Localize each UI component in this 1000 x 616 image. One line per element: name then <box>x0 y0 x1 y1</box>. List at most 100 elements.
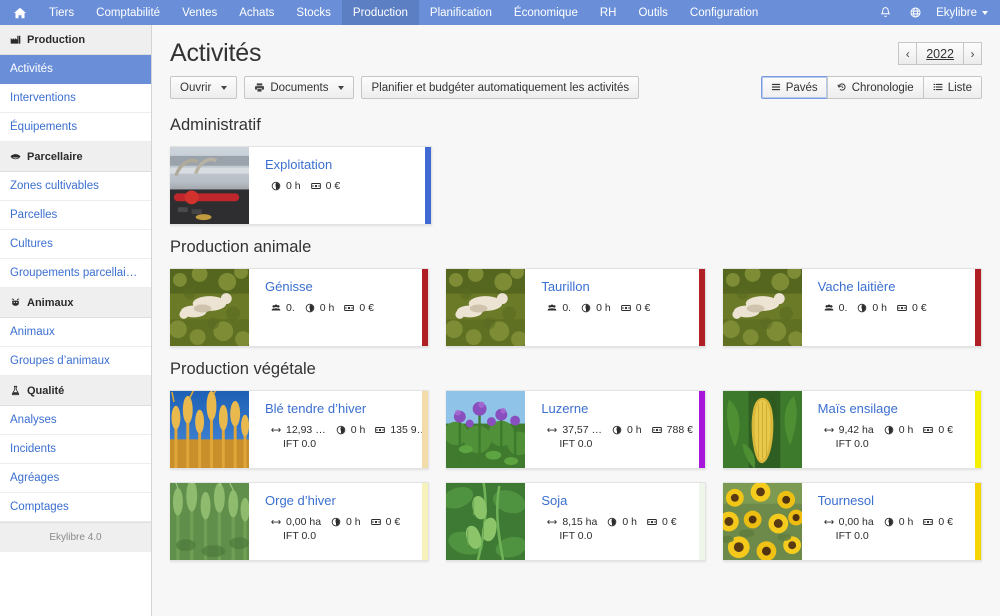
view-mode-pav-s[interactable]: Pavés <box>760 76 828 99</box>
sidebar-item-incidents[interactable]: Incidents <box>0 435 151 464</box>
sidebar-item-animaux[interactable]: Animaux <box>0 318 151 347</box>
sidebar-item-agr-ages[interactable]: Agréages <box>0 464 151 493</box>
activity-card-metrics: 37,57 … 0 h 788 € <box>541 424 693 436</box>
activity-card[interactable]: Luzerne 37,57 … 0 h 788 € IFT 0.0 <box>446 390 706 469</box>
nav-item-production[interactable]: Production <box>341 0 419 25</box>
sidebar-item-label: Zones cultivables <box>10 180 99 192</box>
sidebar-item--quipements[interactable]: Équipements <box>0 113 151 142</box>
activity-card[interactable]: Génisse 0. 0 h 0 € <box>170 268 430 347</box>
activity-card-title[interactable]: Maïs ensilage <box>818 401 967 416</box>
sidebar-item-groupements-parcellaires[interactable]: Groupements parcellaires <box>0 259 151 288</box>
metric-money: 0 € <box>647 516 677 528</box>
activity-card[interactable]: Blé tendre d’hiver 12,93 … 0 h 135 9… IFT 0.… <box>170 390 430 469</box>
nav-item-achats[interactable]: Achats <box>228 0 285 25</box>
activity-card-title[interactable]: Exploitation <box>265 157 417 172</box>
activity-card[interactable]: Soja 8,15 ha 0 h 0 € IFT 0.0 <box>446 482 706 561</box>
alfalfa-photo <box>446 391 526 468</box>
nav-item-ventes[interactable]: Ventes <box>171 0 228 25</box>
activity-card[interactable]: Maïs ensilage 9,42 ha 0 h 0 € IFT 0.0 <box>722 390 982 469</box>
clock-icon <box>884 517 894 527</box>
activity-card[interactable]: Taurillon 0. 0 h 0 € <box>446 268 706 347</box>
sidebar-item-interventions[interactable]: Interventions <box>0 84 151 113</box>
metric-value: 0 € <box>661 516 677 528</box>
view-mode-label: Pavés <box>785 81 818 94</box>
sidebar-item-groupes-d-animaux[interactable]: Groupes d’animaux <box>0 347 151 376</box>
activity-card-ift: IFT 0.0 <box>283 530 317 542</box>
view-mode-chronologie[interactable]: Chronologie <box>826 76 924 99</box>
activity-card-metrics: 12,93 … 0 h 135 9… <box>265 424 427 436</box>
activity-card-title[interactable]: Génisse <box>265 279 414 294</box>
home-icon[interactable] <box>0 0 38 25</box>
nav-item-tiers[interactable]: Tiers <box>38 0 85 25</box>
nav-item-comptabilit-[interactable]: Comptabilité <box>85 0 171 25</box>
sidebar-item-comptages[interactable]: Comptages <box>0 493 151 522</box>
metric-group: 0. <box>271 302 295 314</box>
sidebar-item-zones-cultivables[interactable]: Zones cultivables <box>0 172 151 201</box>
metric-value: 788 € <box>666 424 693 436</box>
sidebar-group-qualit-: Qualité <box>0 376 151 406</box>
year-value[interactable]: 2022 <box>917 42 963 65</box>
activity-card-title[interactable]: Blé tendre d’hiver <box>265 401 414 416</box>
activity-card[interactable]: Vache laitière 0. 0 h 0 € <box>722 268 982 347</box>
sidebar-item-activit-s[interactable]: Activités <box>0 55 151 84</box>
metric-money: 788 € <box>651 424 693 436</box>
nav-item-label: Ventes <box>182 6 218 19</box>
year-prev-button[interactable]: ‹ <box>898 42 918 65</box>
activity-card-title[interactable]: Vache laitière <box>818 279 967 294</box>
activity-card-title[interactable]: Luzerne <box>541 401 690 416</box>
nav-item-label: Outils <box>638 6 668 19</box>
open-button-label: Ouvrir <box>180 81 212 94</box>
sidebar-item-parcelles[interactable]: Parcelles <box>0 201 151 230</box>
card-row: Orge d’hiver 0,00 ha 0 h0 € IFT 0.0 Soja… <box>170 482 982 561</box>
sidebar-footer: Ekylibre 4.0 <box>0 522 151 552</box>
metric-area: 0,00 ha <box>823 516 874 528</box>
activity-card-title[interactable]: Soja <box>541 493 690 508</box>
view-mode-liste[interactable]: Liste <box>922 76 982 99</box>
nav-item-stocks[interactable]: Stocks <box>285 0 342 25</box>
nav-item-outils[interactable]: Outils <box>627 0 678 25</box>
sidebar-item-label: Équipements <box>10 121 78 133</box>
activity-card-accent-bar <box>422 483 429 560</box>
office-calculator-photo <box>170 147 249 224</box>
documents-button[interactable]: Documents <box>244 76 355 99</box>
activity-card[interactable]: Tournesol 0,00 ha 0 h 0 € IFT 0.0 <box>722 482 982 561</box>
maize-photo <box>722 391 802 468</box>
nav-item-rh[interactable]: RH <box>589 0 628 25</box>
activity-card-title[interactable]: Taurillon <box>541 279 690 294</box>
bell-icon[interactable] <box>870 0 900 25</box>
user-menu[interactable]: Ekylibre <box>930 0 1000 25</box>
activity-card-title[interactable]: Orge d’hiver <box>265 493 414 508</box>
open-button[interactable]: Ouvrir <box>170 76 238 99</box>
group-icon <box>271 303 281 313</box>
auto-plan-budget-button[interactable]: Planifier et budgéter automatiquement le… <box>361 76 640 99</box>
sidebar-item-analyses[interactable]: Analyses <box>0 406 151 435</box>
sunflower-photo <box>722 483 802 560</box>
activity-card-accent-bar <box>698 483 705 560</box>
metric-value: 0 h <box>286 180 301 192</box>
sidebar-item-cultures[interactable]: Cultures <box>0 230 151 259</box>
nav-item-planification[interactable]: Planification <box>419 0 503 25</box>
metric-value: 0 € <box>938 424 953 436</box>
activity-card-ift: IFT 0.0 <box>835 438 869 450</box>
money-icon <box>647 517 657 527</box>
year-next-button[interactable]: › <box>963 42 982 65</box>
nav-item-label: RH <box>599 6 617 19</box>
sidebar-item-label: Activités <box>10 63 53 75</box>
year-selector: ‹ 2022 › <box>898 42 982 65</box>
nav-item--conomique[interactable]: Économique <box>503 0 589 25</box>
sidebar-group-parcellaire: Parcellaire <box>0 142 151 172</box>
metric-value: 8,15 ha <box>562 516 598 528</box>
activity-card[interactable]: Orge d’hiver 0,00 ha 0 h 0 € IFT 0.0 <box>170 482 430 561</box>
section-title-administratif: Administratif <box>170 116 261 134</box>
sidebar-group-label: Production <box>27 34 86 46</box>
view-mode-label: Liste <box>947 81 972 94</box>
nav-item-configuration[interactable]: Configuration <box>679 0 769 25</box>
activity-card-title[interactable]: Tournesol <box>818 493 967 508</box>
globe-icon[interactable] <box>900 0 930 25</box>
nav-item-label: Production <box>352 6 408 19</box>
documents-button-label: Documents <box>270 81 329 94</box>
activity-card[interactable]: Exploitation 0 h 0 € <box>170 146 432 225</box>
card-row: Exploitation 0 h 0 € <box>170 146 982 225</box>
metric-money: 135 9… <box>375 424 427 436</box>
